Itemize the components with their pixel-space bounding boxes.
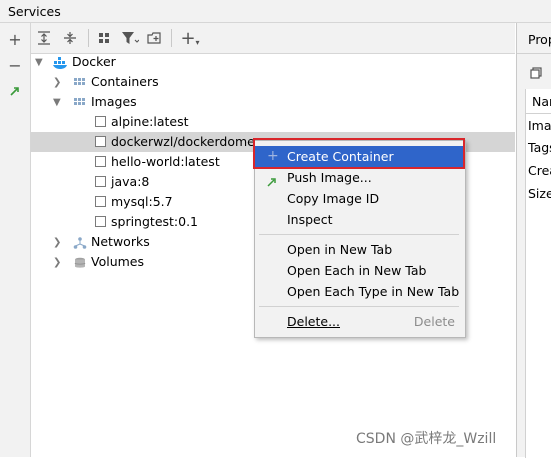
image-icon	[95, 176, 106, 187]
highlight-annotation	[253, 138, 465, 169]
title-bar: Services	[0, 0, 551, 23]
menu-item-push-image[interactable]: Push Image...	[255, 167, 465, 188]
menu-item-open-each-type-in-new-tab[interactable]: Open Each Type in New Tab	[255, 281, 465, 302]
tree-item-images[interactable]: Images	[73, 92, 137, 112]
properties-panel: Prop Nan Imag Tags Crea Size	[516, 23, 551, 458]
image-icon	[95, 196, 106, 207]
docker-icon	[53, 56, 67, 69]
jump-to-source-icon[interactable]	[9, 85, 21, 97]
image-icon	[95, 216, 106, 227]
menu-item-open-each-in-new-tab[interactable]: Open Each in New Tab	[255, 260, 465, 281]
properties-tab[interactable]: Prop	[528, 32, 551, 47]
image-icon	[95, 116, 106, 127]
window-title: Services	[8, 4, 61, 19]
tree-label: Volumes	[91, 254, 145, 269]
volumes-icon	[74, 257, 86, 268]
delete-shortcut: Delete	[413, 314, 455, 329]
panel-divider	[517, 53, 551, 54]
property-row: Crea	[528, 163, 551, 178]
property-row: Size	[528, 186, 551, 201]
expand-all-icon[interactable]	[36, 30, 52, 46]
menu-separator	[259, 234, 459, 235]
filter-icon[interactable]	[120, 30, 140, 46]
watermark: CSDN @武梓龙_Wzill	[356, 431, 497, 447]
new-group-icon[interactable]	[146, 30, 162, 46]
containers-icon	[74, 77, 85, 85]
images-icon	[74, 97, 85, 105]
remove-icon[interactable]: −	[7, 56, 23, 75]
add-icon[interactable]: +	[7, 30, 23, 49]
toolbar-divider	[171, 29, 172, 47]
image-item-selected[interactable]: dockerwzl/dockerdome:	[95, 132, 259, 152]
expand-arrow-icon[interactable]: ▼	[53, 97, 61, 108]
tree-label: Containers	[91, 74, 159, 89]
collapse-arrow-icon[interactable]: ❯	[53, 77, 61, 88]
collapse-arrow-icon[interactable]: ❯	[53, 237, 61, 248]
tree-item-containers[interactable]: Containers	[73, 72, 159, 92]
menu-item-inspect[interactable]: Inspect	[255, 209, 465, 230]
menu-item-open-in-new-tab[interactable]: Open in New Tab	[255, 239, 465, 260]
tree-item-volumes[interactable]: Volumes	[73, 252, 144, 272]
group-by-icon[interactable]	[97, 30, 113, 46]
menu-separator	[259, 306, 459, 307]
property-row: Imag	[528, 118, 551, 133]
table-divider	[526, 113, 551, 114]
toolbar-divider	[88, 29, 89, 47]
copy-icon[interactable]	[529, 66, 543, 80]
properties-header: Nan	[532, 94, 551, 109]
collapse-arrow-icon[interactable]: ❯	[53, 257, 61, 268]
image-icon	[95, 156, 106, 167]
services-toolbar: + ▾	[31, 23, 515, 54]
networks-icon	[73, 236, 87, 249]
context-menu: + Create Container Push Image... Copy Im…	[254, 140, 466, 338]
tree-label: Images	[91, 94, 137, 109]
image-item[interactable]: alpine:latest	[95, 112, 189, 132]
image-item[interactable]: hello-world:latest	[95, 152, 220, 172]
image-item[interactable]: springtest:0.1	[95, 212, 198, 232]
image-item[interactable]: java:8	[95, 172, 149, 192]
add-service-icon[interactable]: + ▾	[180, 28, 200, 49]
expand-arrow-icon[interactable]: ▼	[35, 57, 43, 68]
property-row: Tags	[528, 140, 551, 155]
collapse-all-icon[interactable]	[62, 30, 78, 46]
image-icon	[95, 136, 106, 147]
tree-label: Docker	[72, 54, 116, 69]
menu-item-delete[interactable]: Delete... Delete	[255, 311, 465, 332]
tree-item-networks[interactable]: Networks	[73, 232, 150, 252]
left-toolbar: + −	[0, 23, 31, 457]
tree-label: Networks	[91, 234, 150, 249]
tree-item-docker[interactable]: Docker	[53, 52, 116, 72]
menu-item-copy-image-id[interactable]: Copy Image ID	[255, 188, 465, 209]
image-item[interactable]: mysql:5.7	[95, 192, 173, 212]
